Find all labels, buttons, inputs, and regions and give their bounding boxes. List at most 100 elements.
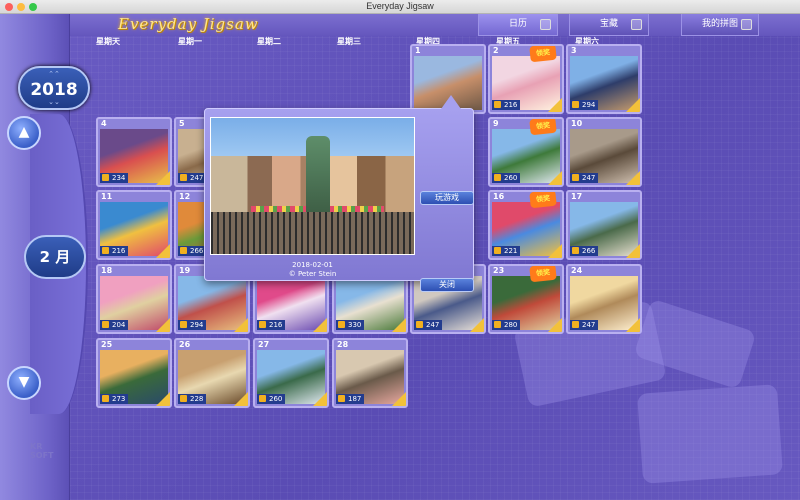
day-tile-28[interactable]: 28 187 <box>332 338 408 408</box>
piece-count: 247 <box>414 320 443 330</box>
tile-corner-ribbon <box>234 392 248 406</box>
piece-count: 187 <box>336 394 365 404</box>
piece-count: 247 <box>570 320 599 330</box>
piece-count: 266 <box>178 246 207 256</box>
railing-decoration <box>211 212 414 254</box>
piece-count: 247 <box>570 173 599 183</box>
weekday-sunday: 星期天 <box>96 37 120 46</box>
tab-treasure-label: 宝藏 <box>599 19 618 29</box>
puzzle-preview-popup: 2018-02-01 © Peter Stein 玩游戏 关闭 <box>204 95 474 292</box>
window-title: Everyday Jigsaw <box>366 1 434 11</box>
puzzle-preview-image[interactable] <box>210 117 415 255</box>
day-tile-16[interactable]: 16 221 领奖 <box>488 190 564 260</box>
piece-count: 221 <box>492 246 521 256</box>
piece-count: 266 <box>570 246 599 256</box>
app-logo: Everyday Jigsaw <box>118 15 259 33</box>
tile-corner-ribbon <box>313 392 327 406</box>
brand-mark: KR SOFT <box>30 442 54 460</box>
fountain-statue-icon <box>306 136 330 216</box>
chevron-up-icon: ⌃⌃ <box>48 70 60 78</box>
day-tile-26[interactable]: 26 228 <box>174 338 250 408</box>
window-titlebar: Everyday Jigsaw <box>0 0 800 14</box>
tile-corner-ribbon <box>156 392 170 406</box>
year-selector[interactable]: ⌃⌃ 2018 ⌄⌄ <box>18 66 90 110</box>
tab-my-puzzles-label: 我的拼图 <box>701 19 738 29</box>
day-number: 3 <box>571 46 577 55</box>
reward-badge: 领奖 <box>529 266 557 283</box>
tile-corner-ribbon <box>156 244 170 258</box>
piece-count: 216 <box>257 320 286 330</box>
piece-count: 216 <box>492 100 521 110</box>
day-number: 18 <box>101 266 113 275</box>
chevron-up-icon: ▲ <box>18 124 30 140</box>
tile-corner-ribbon <box>234 318 248 332</box>
day-tile-4[interactable]: 4 234 <box>96 117 172 187</box>
previous-month-button[interactable]: ▲ <box>7 116 41 150</box>
chevron-down-icon: ⌄⌄ <box>48 98 60 106</box>
piece-count: 260 <box>257 394 286 404</box>
play-game-button[interactable]: 玩游戏 <box>420 191 474 205</box>
day-tile-24[interactable]: 24 247 <box>566 264 642 334</box>
day-tile-2[interactable]: 2 216 领奖 <box>488 44 564 114</box>
piece-count: 247 <box>178 173 207 183</box>
day-tile-18[interactable]: 18 204 <box>96 264 172 334</box>
popup-pointer <box>441 95 461 109</box>
day-tile-23[interactable]: 23 280 领奖 <box>488 264 564 334</box>
my-puzzles-icon <box>741 19 752 30</box>
day-number: 5 <box>179 119 185 128</box>
day-number: 1 <box>415 46 421 55</box>
day-tile-17[interactable]: 17 266 <box>566 190 642 260</box>
day-tile-3[interactable]: 3 294 <box>566 44 642 114</box>
day-tile-9[interactable]: 9 260 领奖 <box>488 117 564 187</box>
day-number: 10 <box>571 119 583 128</box>
reward-badge: 领奖 <box>529 192 557 209</box>
day-number: 24 <box>571 266 583 275</box>
tile-corner-ribbon <box>626 171 640 185</box>
tile-corner-ribbon <box>548 98 562 112</box>
day-number: 26 <box>179 340 191 349</box>
day-number: 23 <box>493 266 505 275</box>
tab-my-puzzles[interactable]: 我的拼图 <box>681 14 759 36</box>
day-tile-11[interactable]: 11 216 <box>96 190 172 260</box>
year-label: 2018 <box>30 80 78 100</box>
next-month-button[interactable]: ▼ <box>7 366 41 400</box>
tile-corner-ribbon <box>548 171 562 185</box>
close-popup-button[interactable]: 关闭 <box>420 278 474 292</box>
piece-count: 273 <box>100 394 129 404</box>
tile-corner-ribbon <box>470 318 484 332</box>
piece-count: 330 <box>336 320 365 330</box>
puzzle-date: 2018-02-01 <box>292 261 333 269</box>
day-number: 17 <box>571 192 583 201</box>
day-number: 27 <box>258 340 270 349</box>
reward-badge: 领奖 <box>529 46 557 63</box>
piece-count: 204 <box>100 320 129 330</box>
treasure-icon <box>631 19 642 30</box>
tab-calendar[interactable]: 日历 <box>478 14 558 36</box>
piece-count: 294 <box>570 100 599 110</box>
reward-badge: 领奖 <box>529 119 557 136</box>
tile-corner-ribbon <box>626 318 640 332</box>
piece-count: 280 <box>492 320 521 330</box>
day-tile-27[interactable]: 27 260 <box>253 338 329 408</box>
day-number: 19 <box>179 266 191 275</box>
day-number: 9 <box>493 119 499 128</box>
chevron-down-icon: ▼ <box>18 374 30 390</box>
weekday-monday: 星期一 <box>178 37 202 46</box>
weekday-wednesday: 星期三 <box>337 37 361 46</box>
day-tile-25[interactable]: 25 273 <box>96 338 172 408</box>
day-number: 11 <box>101 192 113 201</box>
photo-credit: © Peter Stein <box>288 270 337 278</box>
piece-count: 260 <box>492 173 521 183</box>
weekday-tuesday: 星期二 <box>257 37 281 46</box>
tile-corner-ribbon <box>156 318 170 332</box>
day-tile-10[interactable]: 10 247 <box>566 117 642 187</box>
calendar-icon <box>540 19 551 30</box>
day-number: 25 <box>101 340 113 349</box>
day-number: 16 <box>493 192 505 201</box>
day-number: 2 <box>493 46 499 55</box>
tile-corner-ribbon <box>392 318 406 332</box>
month-label: 2 月 <box>24 235 86 279</box>
piece-count: 294 <box>178 320 207 330</box>
piece-count: 234 <box>100 173 129 183</box>
tab-treasure[interactable]: 宝藏 <box>569 14 649 36</box>
